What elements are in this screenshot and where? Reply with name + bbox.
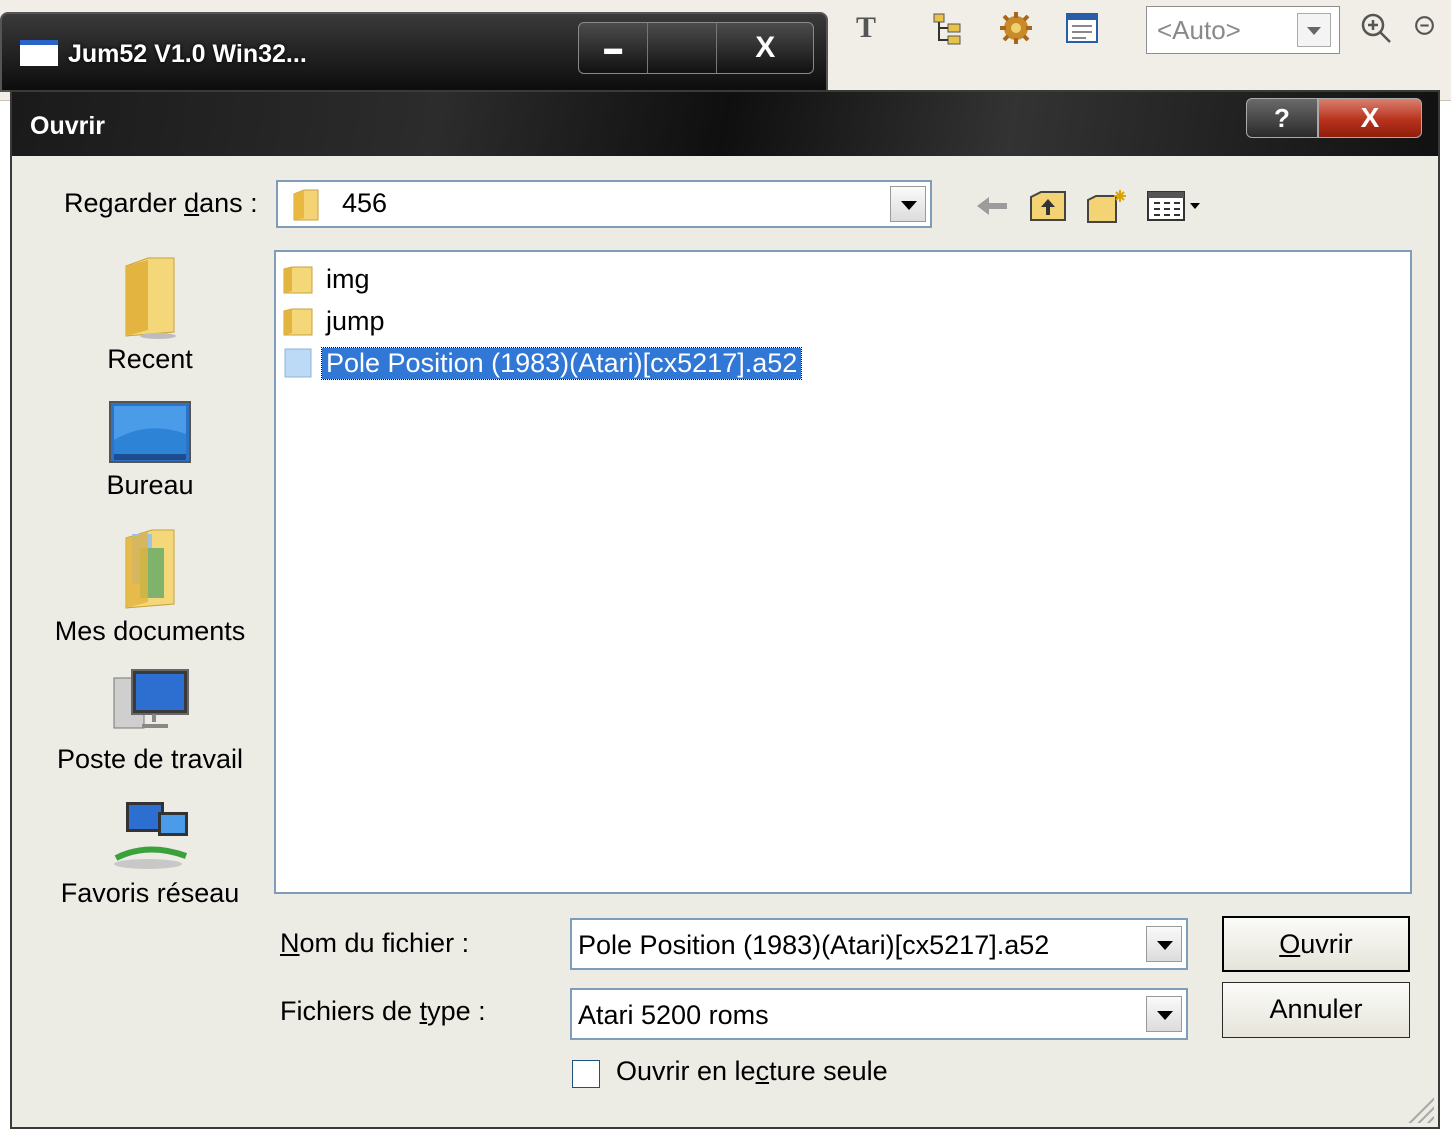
- recent-folder-icon: [125, 257, 176, 339]
- view-menu-icon[interactable]: [1146, 188, 1206, 224]
- look-in-label: Regarder dans :: [64, 188, 258, 219]
- emulator-window-titlebar[interactable]: Jum52 V1.0 Win32... ▬ X: [0, 12, 828, 92]
- new-folder-icon[interactable]: [1086, 188, 1130, 224]
- text-tool-icon[interactable]: T: [846, 8, 886, 48]
- network-places-icon: [114, 802, 188, 869]
- file-name-label-post: om du fichier :: [299, 928, 470, 958]
- read-only-label-accel: c: [755, 1056, 770, 1086]
- resize-grip[interactable]: [1408, 1097, 1434, 1123]
- chevron-down-icon[interactable]: [1297, 13, 1331, 47]
- zoom-out-icon[interactable]: [1412, 8, 1442, 48]
- place-label: Mes documents: [54, 616, 246, 646]
- dialog-close-button[interactable]: X: [1318, 98, 1422, 138]
- list-item[interactable]: jump: [282, 302, 389, 340]
- zoom-combo[interactable]: <Auto>: [1146, 6, 1340, 54]
- open-button-accel: O: [1279, 929, 1301, 959]
- file-icon: [284, 348, 312, 378]
- file-type-label: Fichiers de type :: [280, 996, 486, 1027]
- window-properties-icon[interactable]: [1062, 8, 1102, 48]
- back-arrow-icon[interactable]: [974, 188, 1010, 224]
- look-in-label-post: ans :: [199, 188, 258, 218]
- look-in-label-accel: d: [184, 188, 200, 218]
- file-name-value: Pole Position (1983)(Atari)[cx5217].a52: [578, 930, 1050, 960]
- read-only-label-post: ture seule: [769, 1056, 888, 1086]
- file-name-label: Nom du fichier :: [280, 928, 469, 959]
- up-one-level-icon[interactable]: [1028, 188, 1068, 224]
- folder-icon: [293, 189, 319, 221]
- place-label: Poste de travail: [56, 744, 244, 774]
- read-only-label[interactable]: Ouvrir en lecture seule: [616, 1056, 888, 1087]
- file-type-value: Atari 5200 roms: [578, 1000, 769, 1030]
- maximize-button[interactable]: [648, 23, 718, 73]
- chevron-down-icon[interactable]: [890, 186, 926, 222]
- place-network[interactable]: Favoris réseau: [42, 798, 258, 909]
- open-file-dialog: Ouvrir ? X Regarder dans : 456 Recent Bu…: [10, 90, 1440, 1129]
- place-my-computer[interactable]: Poste de travail: [42, 666, 258, 775]
- file-type-label-accel: t: [419, 996, 428, 1026]
- chevron-down-icon[interactable]: [1146, 926, 1182, 962]
- cancel-button[interactable]: Annuler: [1222, 982, 1410, 1038]
- list-item-selected[interactable]: Pole Position (1983)(Atari)[cx5217].a52: [282, 344, 803, 382]
- folder-icon: [283, 308, 313, 336]
- dialog-titlebar[interactable]: Ouvrir ? X: [12, 92, 1438, 156]
- open-button[interactable]: Ouvrir: [1222, 916, 1410, 972]
- place-label: Bureau: [106, 470, 194, 500]
- look-in-combo[interactable]: 456: [276, 180, 932, 228]
- help-button[interactable]: ?: [1246, 98, 1318, 138]
- zoom-combo-value: <Auto>: [1157, 15, 1241, 45]
- file-type-label-post: ype :: [427, 996, 486, 1026]
- look-in-value: 456: [342, 188, 388, 218]
- look-in-label-pre: Regarder: [64, 188, 185, 218]
- file-type-label-pre: Fichiers de: [280, 996, 420, 1026]
- minimize-button[interactable]: ▬: [579, 23, 649, 73]
- tree-view-icon[interactable]: [928, 8, 968, 48]
- read-only-checkbox[interactable]: [572, 1060, 600, 1088]
- folder-icon: [283, 266, 313, 294]
- my-documents-icon: [125, 529, 175, 609]
- open-button-label: uvrir: [1300, 929, 1353, 959]
- file-name-label-accel: N: [280, 928, 300, 958]
- place-label: Recent: [107, 344, 193, 374]
- zoom-in-icon[interactable]: [1356, 8, 1396, 48]
- file-name: jump: [326, 305, 385, 336]
- chevron-down-icon[interactable]: [1146, 996, 1182, 1032]
- desktop-icon: [109, 401, 191, 463]
- emulator-window-title: Jum52 V1.0 Win32...: [68, 40, 307, 68]
- plugin-gear-icon[interactable]: [996, 8, 1036, 48]
- app-window-icon: [20, 40, 58, 66]
- place-label: Favoris réseau: [60, 878, 240, 908]
- place-desktop[interactable]: Bureau: [42, 400, 258, 501]
- close-button[interactable]: X: [717, 23, 813, 73]
- my-computer-icon: [113, 669, 189, 729]
- file-name: Pole Position (1983)(Atari)[cx5217].a52: [320, 346, 803, 380]
- file-list[interactable]: img jump Pole Position (1983)(Atari)[cx5…: [274, 250, 1412, 894]
- place-recent[interactable]: Recent: [42, 256, 258, 375]
- file-name: img: [326, 263, 370, 294]
- read-only-label-pre: Ouvrir en le: [616, 1056, 756, 1086]
- list-item[interactable]: img: [282, 260, 374, 298]
- file-name-input[interactable]: Pole Position (1983)(Atari)[cx5217].a52: [570, 918, 1188, 970]
- window-controls: ▬ X: [578, 22, 814, 74]
- file-type-select[interactable]: Atari 5200 roms: [570, 988, 1188, 1040]
- place-my-documents[interactable]: Mes documents: [42, 528, 258, 647]
- dialog-title: Ouvrir: [30, 112, 106, 140]
